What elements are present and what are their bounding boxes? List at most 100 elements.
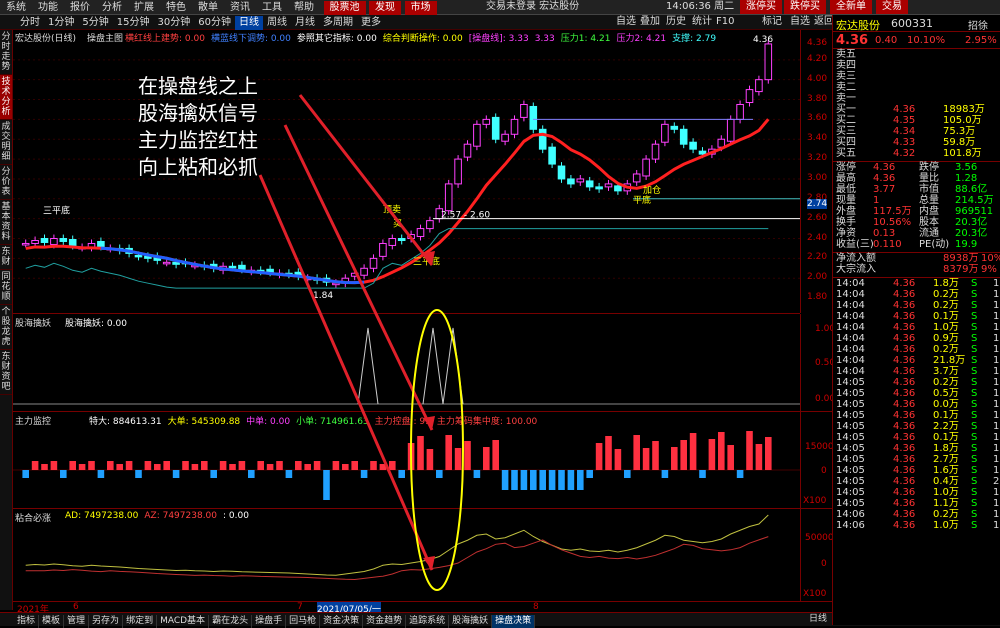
tick-side: S (971, 421, 978, 432)
stat-label: 内盘 (919, 206, 939, 217)
bottom-tab[interactable]: 追踪系统 (406, 615, 450, 628)
bottom-tab-active[interactable]: 操盘决策 (492, 615, 536, 628)
new-order-button[interactable]: 全新单 (830, 0, 872, 14)
left-tab[interactable]: 东财资吧 (0, 350, 12, 395)
period-tab-active[interactable]: 日线 (234, 16, 263, 30)
tick-count: 1 (993, 421, 1000, 432)
candle (68, 239, 77, 246)
left-tab[interactable]: 同花顺 (0, 270, 12, 305)
candle (604, 183, 613, 188)
tick-count: 1 (993, 410, 1000, 421)
left-tab[interactable]: 分价表 (0, 165, 12, 200)
tick-side: S (971, 344, 978, 355)
bid-price: 4.33 (893, 137, 916, 148)
bid-row: 买一 4.36 18983万 (833, 104, 1000, 115)
period-tab[interactable]: 60分钟 (194, 16, 235, 30)
menu-item[interactable]: 散单 (192, 1, 224, 15)
bottom-tab[interactable]: 指标 (14, 615, 40, 628)
candle (21, 242, 30, 246)
menu-item[interactable]: 系统 (0, 1, 32, 15)
menu-item[interactable]: 资讯 (224, 1, 256, 15)
fund-flow: 净流入额 8938万10% 大宗流入 8379万9% (833, 252, 1000, 275)
tick-side: S (971, 278, 978, 289)
stock-pool-button[interactable]: 股票池 (323, 1, 366, 15)
price-tick: 2.20 (807, 252, 828, 263)
tick-time: 14:05 (836, 487, 865, 498)
period-tab[interactable]: 分时 (16, 16, 44, 30)
kline-panel[interactable]: 宏达股份(日线) 操盘主图 横红线上建势: 0.00 横蓝线下调势: 0.00 参照… (13, 30, 800, 314)
bottom-tab[interactable]: MACD基本 (157, 615, 210, 628)
period-tab[interactable]: 周线 (263, 16, 291, 30)
flow-label: 大宗流入 (836, 264, 876, 275)
candle (595, 186, 603, 190)
tick-price: 4.36 (893, 311, 916, 322)
left-tab[interactable]: 成交明细 (0, 120, 12, 165)
flow-bar (445, 435, 452, 470)
market-button[interactable]: 市场 (404, 1, 437, 15)
menu-item[interactable]: 工具 (256, 1, 288, 15)
bottom-tab[interactable]: 回马枪 (286, 615, 321, 628)
tick-count: 1 (993, 498, 1000, 509)
tool-button[interactable]: 标记 (758, 15, 786, 29)
bottom-tab[interactable]: 霸在龙头 (209, 615, 253, 628)
flow-bar (718, 432, 725, 470)
candle (632, 173, 641, 183)
bottom-tab[interactable]: 股海擒妖 (449, 615, 493, 628)
menu-item[interactable]: 扩展 (128, 1, 160, 15)
left-tab-active[interactable]: 技术分析 (0, 75, 12, 120)
left-tab[interactable]: 个股龙虎 (0, 305, 12, 350)
panel-qinyao[interactable]: 股海擒妖 股海擒妖: 0.00 (13, 314, 800, 412)
last-price: 4.36 (836, 33, 869, 48)
left-tab[interactable]: 分时走势 (0, 30, 12, 75)
left-tab[interactable]: 东财 (0, 245, 12, 270)
zhuli-axis: 15000 0 X100 (800, 412, 834, 509)
stat-row: 外盘 117.5万 内盘 969511 (833, 206, 1000, 217)
bottom-tab[interactable]: 模板 (39, 615, 65, 628)
menu-item[interactable]: 特色 (160, 1, 192, 15)
annotation-line: 向上粘和必抓 (138, 155, 258, 179)
tick-count: 1 (993, 509, 1000, 520)
flow-bar (746, 431, 753, 470)
bottom-tab[interactable]: 资金趋势 (363, 615, 407, 628)
badge[interactable]: 招徐 (968, 17, 988, 32)
limit-up-buy-button[interactable]: 涨停买 (740, 0, 782, 14)
flow-row: 净流入额 8938万10% (833, 253, 1000, 264)
tick-price: 4.36 (893, 366, 916, 377)
discover-button[interactable]: 发现 (369, 1, 401, 15)
limit-down-buy-button[interactable]: 跌停买 (784, 0, 826, 14)
period-tab[interactable]: 15分钟 (113, 16, 154, 30)
period-tab[interactable]: 5分钟 (78, 16, 112, 30)
flow-bar (671, 447, 678, 470)
menu-item[interactable]: 帮助 (288, 1, 320, 15)
menu-item[interactable]: 报价 (64, 1, 96, 15)
tool-button[interactable]: 历史 (662, 15, 690, 29)
period-tab[interactable]: 多周期 (319, 16, 357, 30)
period-tab[interactable]: 更多 (357, 16, 385, 30)
menu-item[interactable]: 功能 (32, 1, 64, 15)
bottom-tab[interactable]: 资金决策 (320, 615, 364, 628)
period-tab[interactable]: 1分钟 (44, 16, 78, 30)
flow-bar (407, 443, 415, 470)
bottom-tab[interactable]: 绑定到 (123, 615, 158, 628)
tool-button[interactable]: 叠加 (636, 15, 664, 29)
annotation-line: 主力监控红柱 (138, 128, 258, 152)
bottom-tab[interactable]: 另存为 (89, 615, 124, 628)
bottom-tab[interactable]: 操盘手 (252, 615, 287, 628)
flow-bar (50, 461, 58, 470)
tick-time: 14:05 (836, 432, 865, 443)
tool-button[interactable]: F10 (712, 15, 738, 29)
period-tab[interactable]: 30分钟 (153, 16, 194, 30)
trade-button[interactable]: 交易 (876, 0, 908, 14)
tick-count: 1 (993, 443, 1000, 454)
menu-item[interactable]: 分析 (96, 1, 128, 15)
quote-panel: 宏达股份 600331 招徐 4.36 0.40 10.10% 2.95% 卖五… (832, 15, 1000, 625)
left-tab[interactable]: 基本资料 (0, 200, 12, 245)
panel-nianhe[interactable]: 粘合必涨 AD: 7497238.00 AZ: 7497238.00: 0.00 (13, 509, 800, 602)
panel-zhuli[interactable]: 主力监控 特大: 884613.31 大单: 545309.88 中单: 0.00 小… (13, 412, 800, 509)
bottom-tab[interactable]: 管理 (64, 615, 90, 628)
flow-bar (163, 461, 170, 470)
candle (689, 141, 697, 150)
period-tab[interactable]: 月线 (291, 16, 319, 30)
stat-value: 117.5万 (873, 206, 912, 217)
tick-time: 14:04 (836, 278, 865, 289)
